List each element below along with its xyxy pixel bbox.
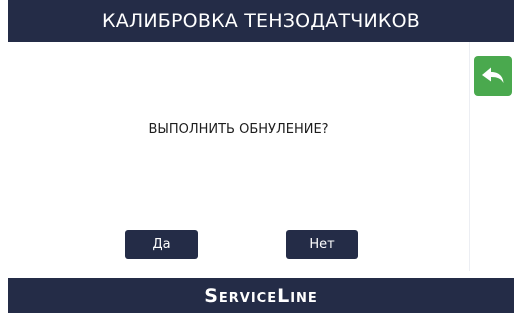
header-bar: КАЛИБРОВКА ТЕНЗОДАТЧИКОВ bbox=[8, 0, 514, 42]
dialog-area: ВЫПОЛНИТЬ ОБНУЛЕНИЕ? Да Нет bbox=[8, 42, 514, 278]
back-arrow-icon bbox=[482, 67, 504, 83]
brand-logo: ServiceLine bbox=[204, 284, 318, 307]
yes-button[interactable]: Да bbox=[125, 230, 198, 259]
back-button[interactable] bbox=[474, 56, 512, 96]
footer-bar: ServiceLine bbox=[8, 278, 514, 313]
no-button[interactable]: Нет bbox=[286, 230, 358, 259]
yes-button-label: Да bbox=[152, 237, 171, 252]
confirm-question: ВЫПОЛНИТЬ ОБНУЛЕНИЕ? bbox=[148, 122, 329, 137]
side-divider bbox=[469, 42, 470, 271]
no-button-label: Нет bbox=[309, 237, 335, 252]
page-title: КАЛИБРОВКА ТЕНЗОДАТЧИКОВ bbox=[102, 10, 420, 32]
